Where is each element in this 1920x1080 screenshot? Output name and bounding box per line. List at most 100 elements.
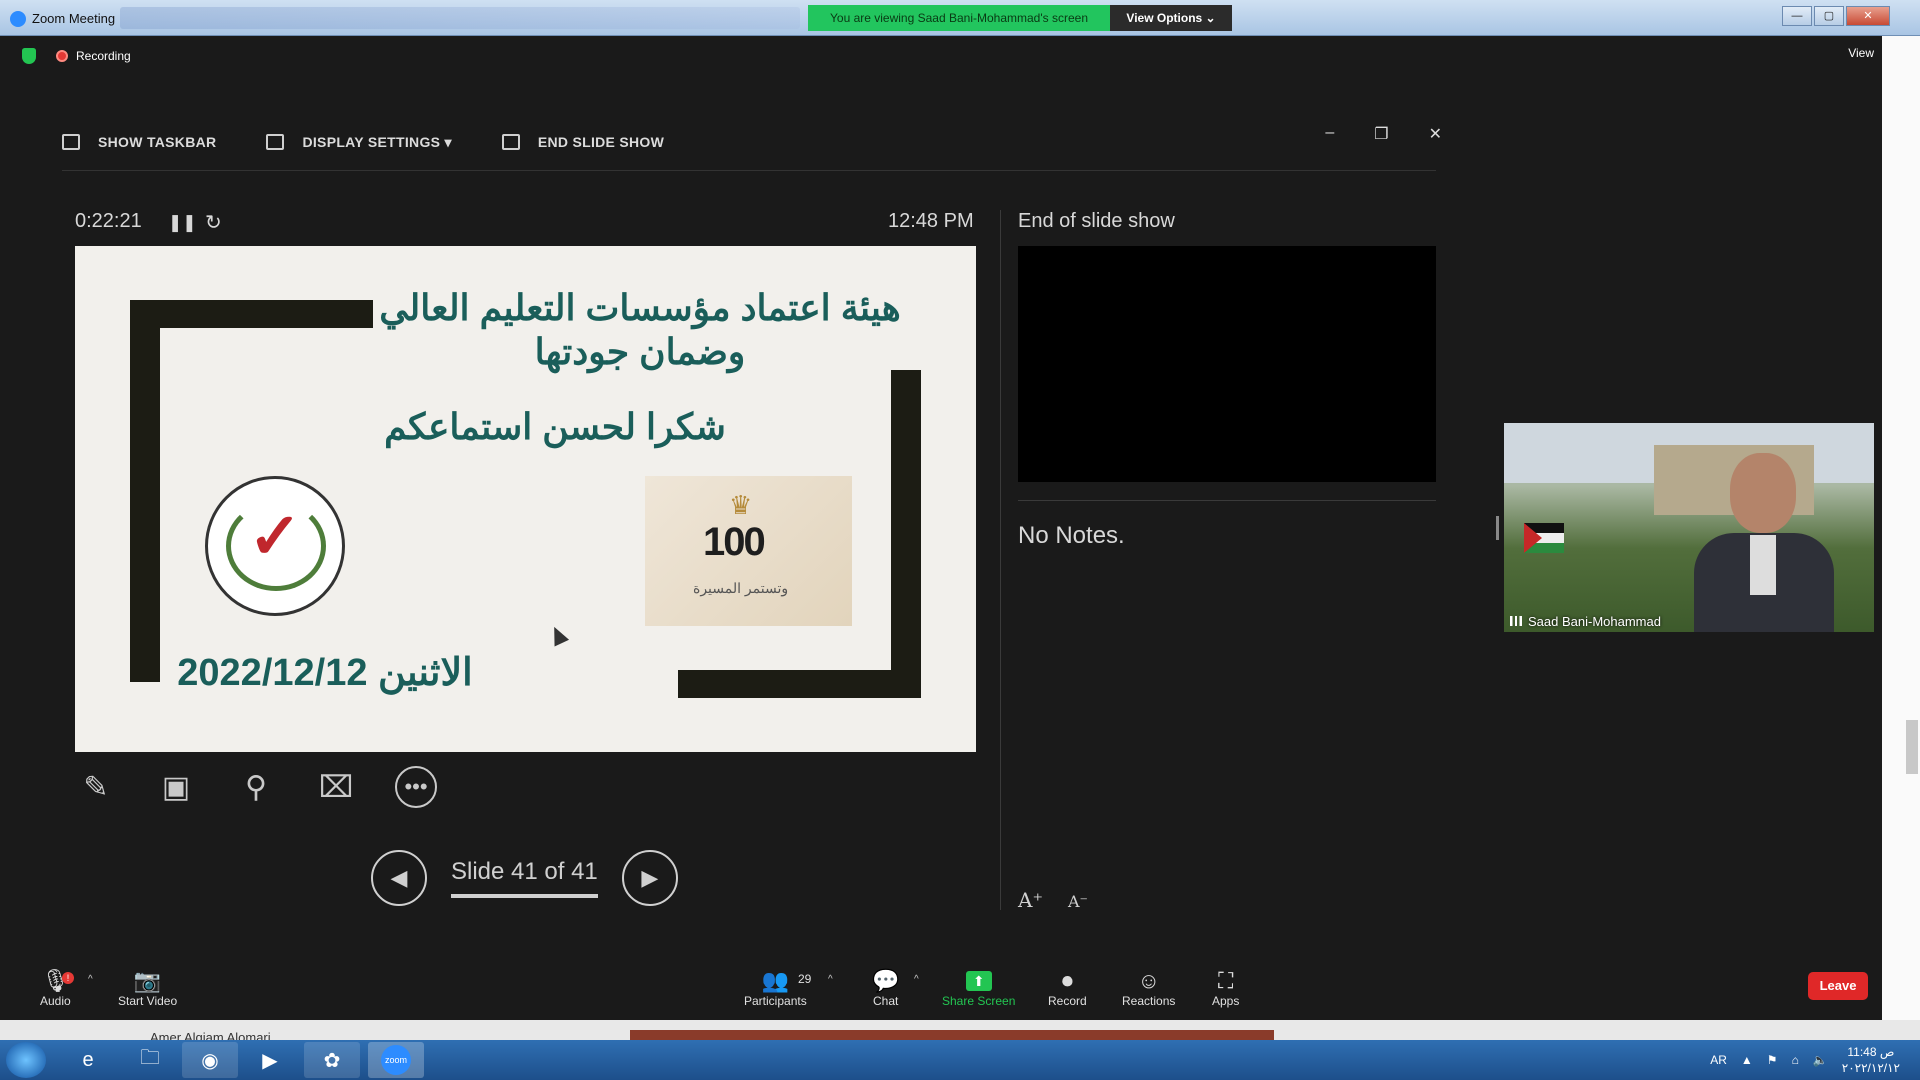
blurred-background-tabs [120, 7, 800, 29]
file-explorer-icon[interactable]: 🗀 [122, 1042, 178, 1078]
internet-explorer-icon[interactable]: e [60, 1042, 116, 1078]
presenter-toolbar: SHOW TASKBAR DISPLAY SETTINGS ▾ END SLID… [62, 128, 664, 156]
language-indicator[interactable]: AR [1710, 1053, 1727, 1067]
toolbar-divider [62, 170, 1436, 171]
apps-button[interactable]: ⛶ Apps [1212, 968, 1239, 1008]
presenter-close-icon[interactable]: ✕ [1429, 124, 1442, 144]
slide-subtitle: شكرا لحسن استماعكم [384, 406, 726, 447]
system-date: ٢٠٢٢/١٢/١٢ [1841, 1061, 1900, 1075]
previous-slide-button[interactable]: ◀ [371, 850, 427, 906]
participants-caret-icon[interactable]: ^ [828, 974, 833, 985]
slide-counter[interactable]: Slide 41 of 41 [451, 858, 598, 898]
close-button[interactable]: ✕ [1846, 6, 1890, 26]
see-all-slides-icon[interactable]: ▣ [155, 766, 197, 808]
show-taskbar-button[interactable]: SHOW TASKBAR [62, 134, 216, 150]
apps-label: Apps [1212, 994, 1240, 1008]
tray-expand-icon[interactable]: ▲ [1741, 1053, 1753, 1067]
system-tray: AR ▲ ⚑ ⌂ 🔈 11:48 ص ٢٠٢٢/١٢/١٢ [1710, 1044, 1900, 1076]
end-slide-show-button[interactable]: END SLIDE SHOW [501, 134, 665, 150]
chat-caret-icon[interactable]: ^ [914, 974, 919, 985]
video-panel-resize-handle[interactable] [1496, 516, 1499, 540]
end-slide-show-label: END SLIDE SHOW [537, 134, 665, 150]
background-page-scrollbar [1882, 36, 1920, 1040]
elapsed-timer: 0:22:21 [75, 210, 142, 232]
show-taskbar-label: SHOW TASKBAR [98, 134, 217, 150]
mouse-cursor-icon [546, 623, 570, 647]
view-button[interactable]: View [1848, 46, 1874, 60]
centennial-logo: ♛ 100 وتستمر المسيرة [645, 476, 852, 626]
apps-icon: ⛶ [1217, 968, 1234, 993]
media-player-icon[interactable]: ▶ [242, 1042, 298, 1078]
presenter-view: SHOW TASKBAR DISPLAY SETTINGS ▾ END SLID… [62, 110, 1442, 940]
share-screen-label: Share Screen [942, 994, 1016, 1008]
zoom-app-icon [10, 11, 26, 27]
video-off-icon: 📷 [133, 968, 162, 993]
person-head [1730, 453, 1796, 533]
increase-font-icon[interactable]: A⁺ [1018, 888, 1043, 912]
start-button[interactable] [6, 1042, 46, 1078]
accreditation-logo-caption [205, 614, 345, 638]
centennial-motto: وتستمر المسيرة [693, 580, 789, 596]
window-title: Zoom Meeting [32, 11, 116, 26]
flag-triangle [1524, 523, 1542, 553]
audio-options-caret-icon[interactable]: ^ [88, 974, 93, 985]
system-time: 11:48 ص [1847, 1045, 1895, 1059]
person-shirt [1750, 535, 1776, 595]
black-screen-icon[interactable]: ⌧ [315, 766, 357, 808]
window-controls: — ▢ ✕ [1782, 6, 1890, 26]
slide-tools: ✎ ▣ ⚲ ⌧ ••• [75, 766, 437, 808]
reactions-icon: ☺ [1137, 968, 1160, 993]
security-shield-icon[interactable] [22, 48, 36, 64]
slide-date: الاثنين 2022/12/12 [177, 652, 473, 694]
participant-video[interactable]: Saad Bani-Mohammad [1504, 423, 1874, 632]
record-icon: ⏺ [1061, 968, 1073, 993]
slide-frame-bottom [678, 670, 921, 698]
pen-icon[interactable]: ✎ [75, 766, 117, 808]
more-options-icon[interactable]: ••• [395, 766, 437, 808]
action-center-flag-icon[interactable]: ⚑ [1767, 1053, 1778, 1067]
start-video-label: Start Video [118, 994, 178, 1008]
minimize-button[interactable]: — [1782, 6, 1812, 26]
leave-button[interactable]: Leave [1808, 972, 1868, 1000]
participants-count: 29 [798, 972, 812, 986]
chrome-icon[interactable]: ◉ [182, 1042, 238, 1078]
share-screen-button[interactable]: ⬆ Share Screen [942, 968, 1015, 1008]
presenter-restore-icon[interactable]: ❐ [1374, 124, 1388, 144]
pause-icon[interactable]: ❚❚ [168, 213, 197, 233]
end-show-icon [501, 134, 520, 150]
maximize-button[interactable]: ▢ [1814, 6, 1844, 26]
zoom-logo-icon: zoom [381, 1045, 411, 1075]
windows-taskbar: e 🗀 ◉ ▶ ✿ zoom AR ▲ ⚑ ⌂ 🔈 11:48 ص ٢٠٢٢/١… [0, 1040, 1920, 1080]
chat-icon: 💬 [872, 968, 900, 993]
background-bar [630, 1030, 1274, 1040]
start-video-button[interactable]: 📷 Start Video [118, 968, 177, 1008]
recording-icon [56, 50, 68, 62]
participant-person [1694, 443, 1834, 632]
next-slide-label: End of slide show [1018, 210, 1175, 232]
view-options-button[interactable]: View Options ⌄ [1110, 5, 1232, 31]
record-button[interactable]: ⏺ Record [1048, 968, 1087, 1008]
zoom-taskbar-button[interactable]: zoom [368, 1042, 424, 1078]
reactions-button[interactable]: ☺ Reactions [1122, 968, 1175, 1008]
recording-label: Recording [76, 49, 131, 63]
accreditation-logo: ✓ [205, 476, 345, 616]
restart-timer-icon[interactable]: ↻ [205, 210, 222, 235]
paint-icon[interactable]: ✿ [304, 1042, 360, 1078]
system-clock[interactable]: 11:48 ص ٢٠٢٢/١٢/١٢ [1842, 1044, 1900, 1076]
decrease-font-icon[interactable]: A⁻ [1068, 892, 1088, 911]
presenter-minimize-icon[interactable]: – [1325, 124, 1334, 144]
crown-icon: ♛ [729, 490, 753, 520]
network-icon[interactable]: ⌂ [1792, 1053, 1799, 1067]
zoom-magnifier-icon[interactable]: ⚲ [235, 766, 277, 808]
panel-divider[interactable] [1000, 210, 1001, 910]
participant-name: Saad Bani-Mohammad [1510, 614, 1661, 629]
scrollbar-thumb[interactable] [1906, 720, 1918, 774]
background-window-strip: Amer Alqiam Alomari [0, 1020, 1920, 1045]
checkmark-icon: ✓ [248, 500, 302, 572]
chat-button[interactable]: 💬 Chat [872, 968, 899, 1008]
display-settings-button[interactable]: DISPLAY SETTINGS ▾ [266, 134, 452, 151]
zoom-top-strip: Recording View [8, 36, 1882, 76]
next-slide-button[interactable]: ▶ [621, 850, 678, 906]
volume-icon[interactable]: 🔈 [1813, 1053, 1828, 1067]
current-slide: هيئة اعتماد مؤسسات التعليم العالي وضمان … [75, 246, 976, 752]
